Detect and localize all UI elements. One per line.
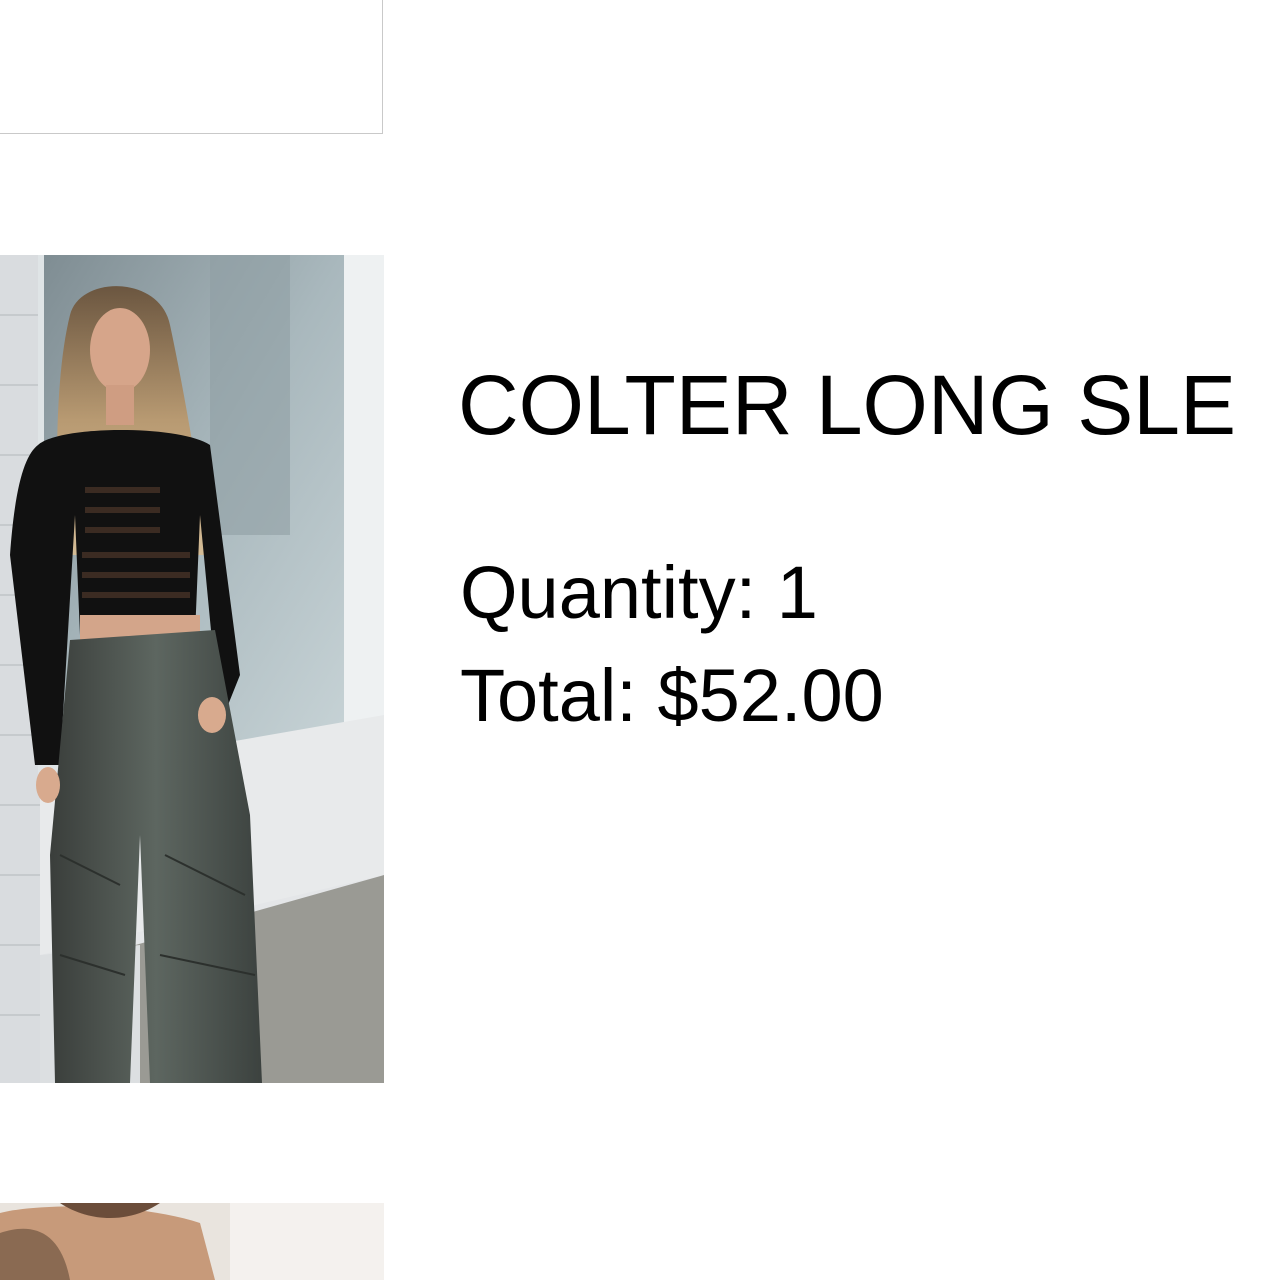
total-label: Total: — [460, 654, 637, 737]
quantity-value: 1 — [776, 551, 818, 634]
order-summary-page: COLTER LONG SLE Quantity: 1 Total: $52.0… — [0, 0, 1280, 1280]
quantity-line: Quantity: 1 — [460, 553, 818, 633]
product-image[interactable] — [0, 255, 384, 1083]
quantity-label: Quantity: — [460, 551, 757, 634]
product-title: COLTER LONG SLE — [458, 358, 1236, 452]
previous-item-card — [0, 0, 383, 134]
product-photo-illustration — [0, 255, 384, 1083]
next-item-image[interactable] — [0, 1203, 384, 1280]
total-line: Total: $52.00 — [460, 656, 884, 736]
total-value: $52.00 — [657, 654, 884, 737]
next-photo-illustration — [0, 1203, 384, 1280]
